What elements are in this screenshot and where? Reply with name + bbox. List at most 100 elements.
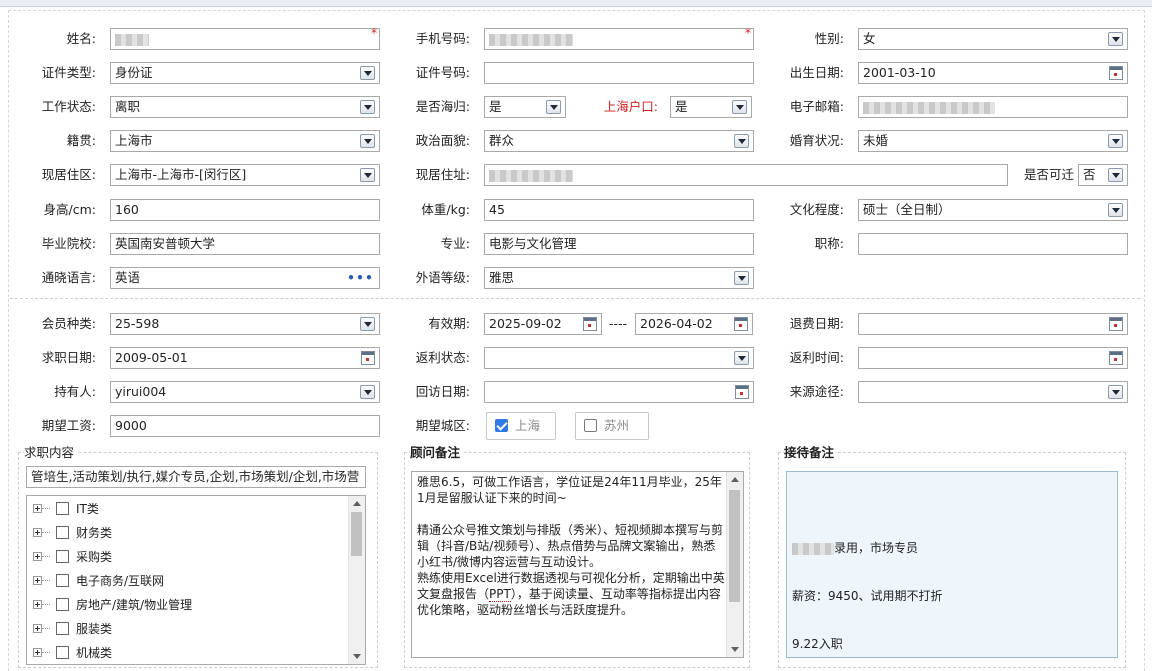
chevron-down-icon[interactable] <box>360 385 375 399</box>
education-select[interactable]: 硕士（全日制） <box>858 199 1128 221</box>
hukou-select[interactable]: 是 <box>670 96 752 118</box>
lang-level-select[interactable]: 雅思 <box>484 267 754 289</box>
expand-icon[interactable] <box>33 600 42 609</box>
expand-icon[interactable] <box>33 624 42 633</box>
school-input[interactable]: 英国南安普顿大学 <box>110 233 380 255</box>
residence-area-select[interactable]: 上海市-上海市-[闵行区] <box>110 164 380 186</box>
scroll-up-icon[interactable] <box>731 477 739 482</box>
name-input[interactable]: * <box>110 26 380 50</box>
checkbox-icon[interactable] <box>56 622 69 635</box>
height-input[interactable]: 160 <box>110 199 380 221</box>
calendar-icon[interactable] <box>1109 317 1123 331</box>
mobile-input[interactable]: * <box>484 26 754 50</box>
calendar-icon[interactable] <box>1109 66 1123 80</box>
checkbox-checked-icon[interactable] <box>495 419 508 432</box>
salary-input[interactable]: 9000 <box>110 415 380 437</box>
gender-value: 女 <box>863 31 876 46</box>
school-value: 英国南安普顿大学 <box>115 236 216 251</box>
scroll-down-icon[interactable] <box>353 654 361 659</box>
id-number-input[interactable] <box>484 62 754 84</box>
expand-icon[interactable] <box>33 552 42 561</box>
chevron-down-icon[interactable] <box>1108 203 1123 217</box>
chevron-down-icon[interactable] <box>732 100 747 114</box>
chevron-down-icon[interactable] <box>1108 134 1123 148</box>
scroll-up-icon[interactable] <box>353 501 361 506</box>
tree-scrollbar[interactable] <box>348 496 365 664</box>
checkbox-icon[interactable] <box>56 526 69 539</box>
chevron-down-icon[interactable] <box>360 66 375 80</box>
calendar-icon[interactable] <box>735 385 749 399</box>
visit-date-input[interactable] <box>484 381 754 403</box>
expand-icon[interactable] <box>33 528 42 537</box>
political-select[interactable]: 群众 <box>484 130 754 152</box>
rebate-status-select[interactable] <box>484 347 754 369</box>
birth-date-input[interactable]: 2001-03-10 <box>858 62 1128 84</box>
advisor-notes-textarea[interactable]: 雅思6.5，可做工作语言，学位证是24年11月毕业，25年1月是留服认证下来的时… <box>411 471 744 658</box>
residence-addr-input[interactable] <box>484 164 1008 186</box>
checkbox-icon[interactable] <box>56 574 69 587</box>
section-divider <box>10 298 1140 299</box>
member-type-select[interactable]: 25-598 <box>110 313 380 335</box>
chevron-down-icon[interactable] <box>360 100 375 114</box>
chevron-down-icon[interactable] <box>734 271 749 285</box>
language-input[interactable]: 英语 ••• <box>110 267 380 289</box>
holder-select[interactable]: yirui004 <box>110 381 380 403</box>
language-value: 英语 <box>115 270 141 285</box>
source-select[interactable] <box>858 381 1128 403</box>
scroll-down-icon[interactable] <box>731 647 739 652</box>
chevron-down-icon[interactable] <box>1108 32 1123 46</box>
category-tree[interactable]: IT类 财务类 采购类 电子商务/互联网 房地产/建筑/物业管理 服装类 机械类 <box>26 495 366 665</box>
notes-scrollbar[interactable] <box>726 472 743 657</box>
id-type-label: 证件类型: <box>41 65 96 80</box>
refund-date-input[interactable] <box>858 313 1128 335</box>
chevron-down-icon[interactable] <box>360 168 375 182</box>
gender-select[interactable]: 女 <box>858 28 1128 50</box>
returnee-label: 是否海归: <box>415 99 470 114</box>
expand-icon[interactable] <box>33 648 42 657</box>
returnee-select[interactable]: 是 <box>484 96 566 118</box>
tree-item-label: 财务类 <box>76 526 113 540</box>
checkbox-icon[interactable] <box>584 419 597 432</box>
scroll-thumb[interactable] <box>351 512 362 556</box>
source-label: 来源途径: <box>789 384 844 399</box>
calendar-icon[interactable] <box>361 351 375 365</box>
major-input[interactable]: 电影与文化管理 <box>484 233 754 255</box>
city-option-shanghai[interactable]: 上海 <box>486 412 556 440</box>
major-label: 专业: <box>440 236 470 251</box>
rebate-time-input[interactable] <box>858 347 1128 369</box>
expand-icon[interactable] <box>33 576 42 585</box>
chevron-down-icon[interactable] <box>1108 385 1123 399</box>
checkbox-icon[interactable] <box>56 502 69 515</box>
scroll-thumb[interactable] <box>729 490 740 602</box>
calendar-icon[interactable] <box>734 317 748 331</box>
chevron-down-icon[interactable] <box>360 134 375 148</box>
checkbox-icon[interactable] <box>56 550 69 563</box>
calendar-icon[interactable] <box>1109 351 1123 365</box>
native-place-select[interactable]: 上海市 <box>110 130 380 152</box>
job-date-input[interactable]: 2009-05-01 <box>110 347 380 369</box>
chevron-down-icon[interactable] <box>1108 168 1123 182</box>
calendar-icon[interactable] <box>583 317 597 331</box>
chevron-down-icon[interactable] <box>734 134 749 148</box>
checkbox-icon[interactable] <box>56 598 69 611</box>
reception-line: 9.22入职 <box>792 637 843 651</box>
email-input[interactable] <box>858 96 1128 118</box>
valid-from-input[interactable]: 2025-09-02 <box>484 313 602 335</box>
more-icon[interactable]: ••• <box>347 269 374 287</box>
checkbox-icon[interactable] <box>56 646 69 659</box>
valid-to-input[interactable]: 2026-04-02 <box>635 313 753 335</box>
work-status-select[interactable]: 离职 <box>110 96 380 118</box>
chevron-down-icon[interactable] <box>360 317 375 331</box>
job-content-summary[interactable]: 管培生,活动策划/执行,媒介专员,企划,市场策划/企划,市场营 <box>26 466 366 488</box>
holder-label: 持有人: <box>54 384 96 399</box>
title-input[interactable] <box>858 233 1128 255</box>
chevron-down-icon[interactable] <box>734 351 749 365</box>
weight-input[interactable]: 45 <box>484 199 754 221</box>
relocate-select[interactable]: 否 <box>1078 164 1128 186</box>
city-option-suzhou[interactable]: 苏州 <box>575 412 649 440</box>
marital-select[interactable]: 未婚 <box>858 130 1128 152</box>
expand-icon[interactable] <box>33 504 42 513</box>
reception-notes-textarea[interactable]: 录用，市场专员 薪资：9450、试用期不打折 9.22入职 <box>786 471 1118 658</box>
id-type-select[interactable]: 身份证 <box>110 62 380 84</box>
chevron-down-icon[interactable] <box>546 100 561 114</box>
